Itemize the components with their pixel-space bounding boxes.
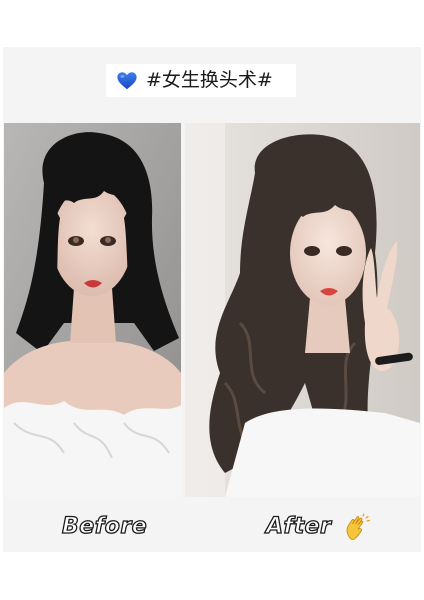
clapping-hands-icon xyxy=(346,513,371,540)
after-photo xyxy=(185,123,420,497)
blue-heart-icon xyxy=(117,72,137,90)
title-banner: #女生换头术# xyxy=(106,64,296,97)
title-text: #女生换头术# xyxy=(146,69,273,91)
before-label: Before xyxy=(61,513,148,539)
before-photo xyxy=(4,123,181,497)
after-label: After xyxy=(265,513,332,539)
